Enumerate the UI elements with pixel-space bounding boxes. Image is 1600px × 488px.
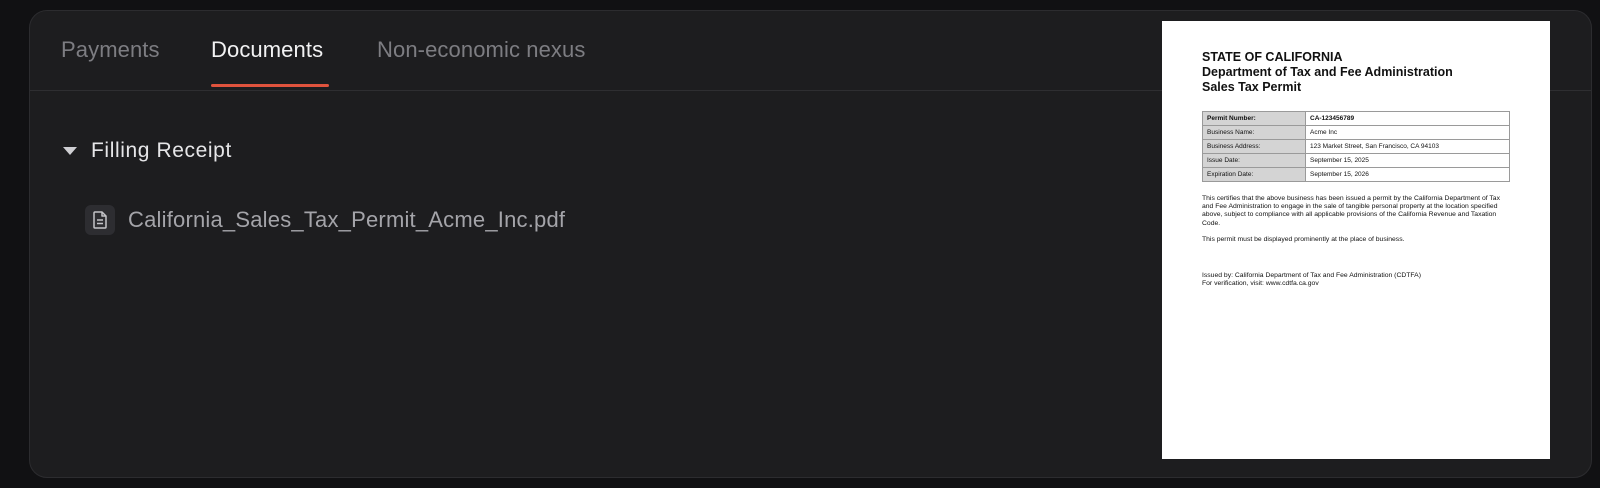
permit-number-label: Permit Number: (1202, 111, 1306, 126)
issue-date-value: September 15, 2025 (1305, 153, 1510, 168)
table-row: Business Address: 123 Market Street, San… (1202, 139, 1510, 154)
table-row: Business Name: Acme Inc (1202, 125, 1510, 140)
business-address-label: Business Address: (1202, 139, 1306, 154)
file-name: California_Sales_Tax_Permit_Acme_Inc.pdf (128, 207, 566, 232)
caret-down-icon (63, 147, 77, 155)
display-notice: This permit must be displayed prominentl… (1202, 235, 1405, 243)
issued-by: Issued by: California Department of Tax … (1202, 272, 1421, 280)
verification-link: For verification, visit: www.cdtfa.ca.go… (1202, 280, 1319, 288)
business-name-label: Business Name: (1202, 125, 1306, 140)
tab-documents[interactable]: Documents (211, 37, 323, 63)
tab-payments[interactable]: Payments (61, 37, 160, 63)
expiration-date-value: September 15, 2026 (1305, 167, 1510, 182)
table-row: Expiration Date: September 15, 2026 (1202, 167, 1510, 182)
doc-heading-department: Department of Tax and Fee Administration (1202, 65, 1453, 79)
document-icon (85, 205, 115, 235)
issue-date-label: Issue Date: (1202, 153, 1306, 168)
group-title: Filling Receipt (91, 139, 232, 162)
tab-non-economic-nexus[interactable]: Non-economic nexus (377, 37, 585, 63)
documents-panel: Payments Documents Non-economic nexus Fi… (29, 10, 1592, 478)
permit-details-table: Permit Number: CA-123456789 Business Nam… (1202, 111, 1510, 182)
table-row: Permit Number: CA-123456789 (1202, 111, 1510, 126)
table-row: Issue Date: September 15, 2025 (1202, 153, 1510, 168)
certification-paragraph: This certifies that the above business h… (1202, 195, 1500, 227)
doc-heading-title: Sales Tax Permit (1202, 80, 1302, 94)
business-name-value: Acme Inc (1305, 125, 1510, 140)
filling-receipt-group-toggle[interactable]: Filling Receipt (63, 137, 232, 165)
doc-heading-state: STATE OF CALIFORNIA (1202, 50, 1343, 64)
file-item[interactable]: California_Sales_Tax_Permit_Acme_Inc.pdf (85, 204, 565, 236)
pdf-preview: STATE OF CALIFORNIA Department of Tax an… (1162, 21, 1550, 459)
permit-number-value: CA-123456789 (1305, 111, 1510, 126)
active-tab-indicator (211, 84, 329, 87)
expiration-date-label: Expiration Date: (1202, 167, 1306, 182)
business-address-value: 123 Market Street, San Francisco, CA 941… (1305, 139, 1510, 154)
